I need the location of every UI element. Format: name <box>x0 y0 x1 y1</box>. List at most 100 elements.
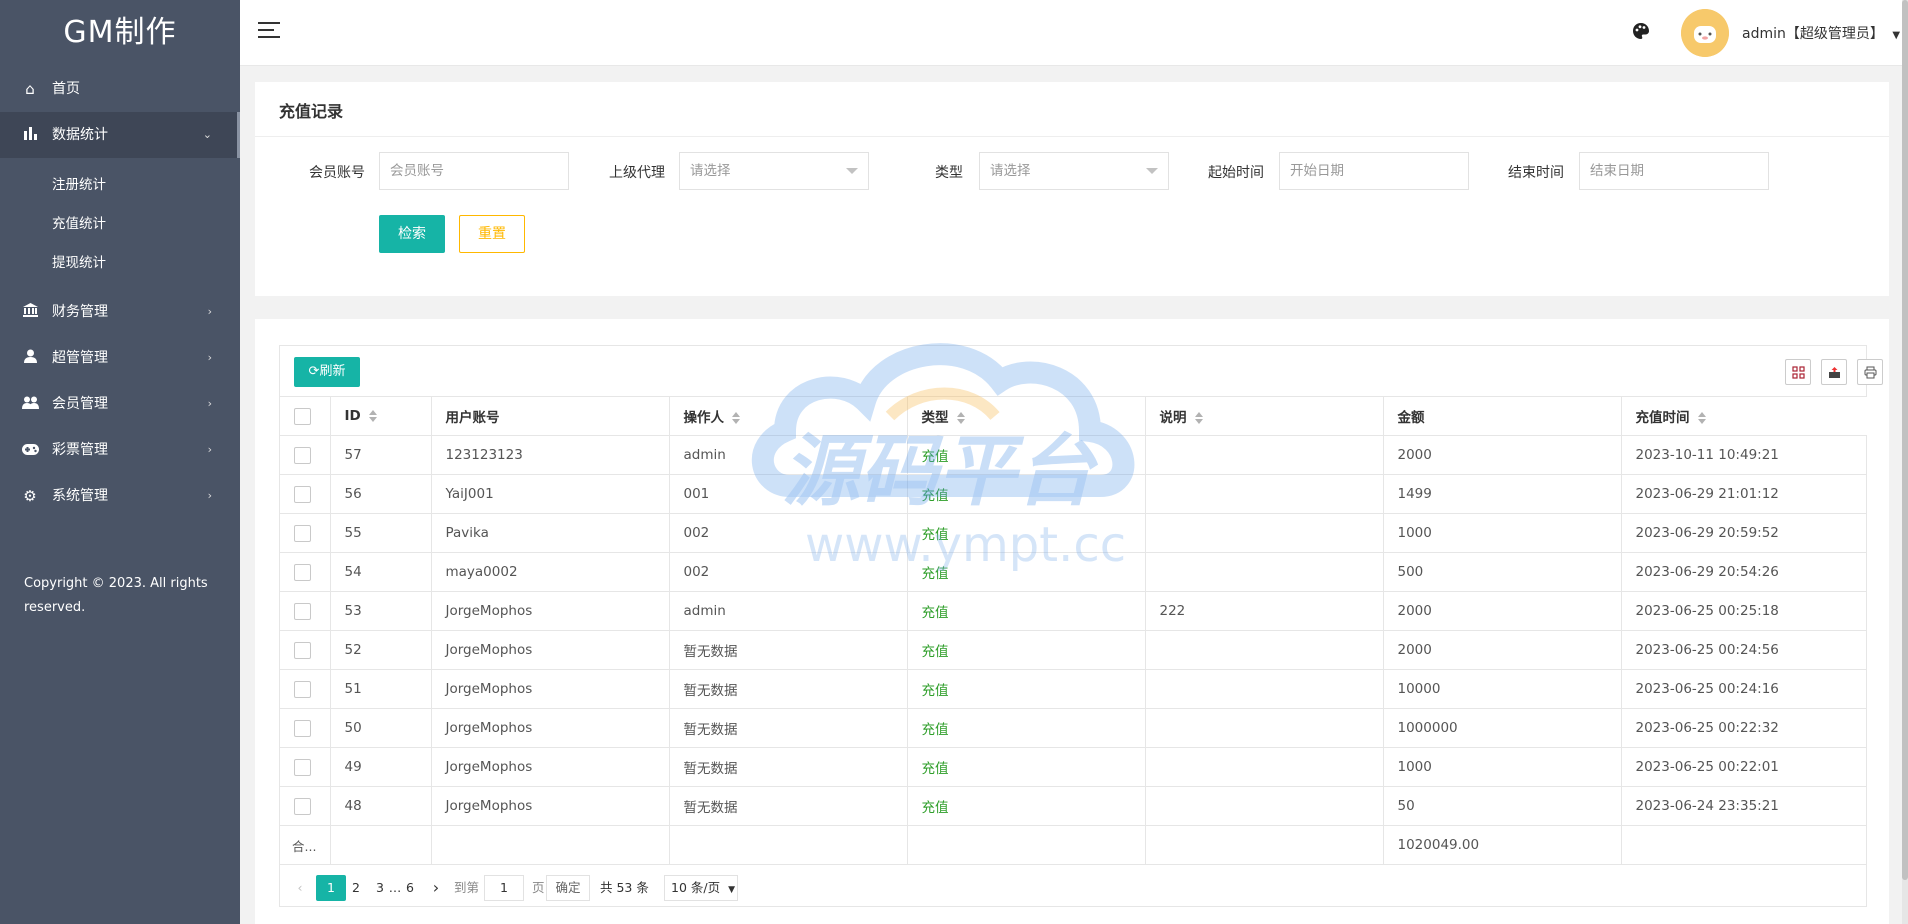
page-size-select[interactable]: 10 条/页 ▼ <box>664 875 738 901</box>
column-header-id[interactable]: ID <box>330 396 432 436</box>
row-checkbox[interactable] <box>294 524 311 542</box>
row-select-cell <box>280 747 331 787</box>
cell-note <box>1145 552 1384 592</box>
table-panel: ⟳刷新 ID 用户账号 操作人 类型 说明 金额 充值时间 57 1231231… <box>255 319 1889 924</box>
cell-operator: 暂无数据 <box>669 747 908 787</box>
cell-amount: 1499 <box>1383 474 1622 514</box>
sidebar-subitem-recharge-stats[interactable]: 充值统计 <box>0 205 240 244</box>
sort-icon[interactable] <box>956 412 965 424</box>
row-checkbox[interactable] <box>294 563 311 581</box>
sidebar-subitem-withdraw-stats[interactable]: 提现统计 <box>0 244 240 283</box>
cell-time: 2023-06-29 20:54:26 <box>1621 552 1867 592</box>
row-checkbox[interactable] <box>294 641 311 659</box>
page-ellipsis: … <box>388 880 402 895</box>
table-total-row: 合... 1020049.00 <box>280 825 1867 865</box>
member-account-input[interactable]: 会员账号 <box>379 152 569 190</box>
total-empty-cell <box>1145 825 1384 865</box>
sidebar-item-statistics[interactable]: 数据统计 ⌄ <box>0 112 240 158</box>
sidebar-item-finance[interactable]: 财务管理 › <box>0 289 240 335</box>
copyright-text: Copyright © 2023. All rights reserved. <box>24 576 208 615</box>
menu-icon[interactable] <box>258 22 280 42</box>
refresh-label: 刷新 <box>319 364 346 379</box>
sort-icon[interactable] <box>368 410 377 422</box>
table-row[interactable]: 50 JorgeMophos 暂无数据 充值 1000000 2023-06-25 00:… <box>280 708 1867 748</box>
sidebar-item-lottery[interactable]: 彩票管理 › <box>0 427 240 473</box>
chevron-right-icon: › <box>207 305 212 318</box>
table-row[interactable]: 53 JorgeMophos admin 充值 222 2000 2023-06-25 00… <box>280 591 1867 631</box>
table-row[interactable]: 56 YaiJ001 001 充值 1499 2023-06-29 21:01:12 <box>280 474 1867 514</box>
cell-account: Pavika <box>431 513 670 553</box>
sidebar-subitem-register-stats[interactable]: 注册统计 <box>0 166 240 205</box>
cell-id: 53 <box>330 591 432 631</box>
sort-icon[interactable] <box>732 412 740 424</box>
row-checkbox[interactable] <box>294 446 311 464</box>
cell-amount: 2000 <box>1383 435 1622 475</box>
print-icon[interactable] <box>1857 359 1883 385</box>
pagination: ‹ 1 2 3 … 6 › 到第 1 页 确定 共 53 条 10 条/页 ▼ <box>280 864 1866 908</box>
select-all-checkbox[interactable] <box>294 407 311 425</box>
start-date-label: 起始时间 <box>1208 165 1264 181</box>
gamepad-icon <box>20 427 40 473</box>
table-row[interactable]: 48 JorgeMophos 暂无数据 充值 50 2023-06-24 23:35:21 <box>280 786 1867 826</box>
sidebar-item-home[interactable]: ⌂ 首页 <box>0 66 240 112</box>
page-button-2[interactable]: 2 <box>348 875 364 901</box>
search-button[interactable]: 检索 <box>379 215 445 253</box>
table-row[interactable]: 51 JorgeMophos 暂无数据 充值 10000 2023-06-25 00:24… <box>280 669 1867 709</box>
table-row[interactable]: 57 123123123 admin 充值 2000 2023-10-11 10:49:2… <box>280 435 1867 475</box>
reset-button[interactable]: 重置 <box>459 215 525 253</box>
row-checkbox[interactable] <box>294 797 311 815</box>
caret-down-icon: ▼ <box>1892 30 1901 41</box>
row-checkbox[interactable] <box>294 602 311 620</box>
cell-operator: 001 <box>669 474 908 514</box>
cell-amount: 10000 <box>1383 669 1622 709</box>
row-select-cell <box>280 630 331 670</box>
sort-icon[interactable] <box>1194 412 1203 424</box>
table-row[interactable]: 55 Pavika 002 充值 1000 2023-06-29 20:59:52 <box>280 513 1867 553</box>
table-row[interactable]: 52 JorgeMophos 暂无数据 充值 2000 2023-06-25 00:24:… <box>280 630 1867 670</box>
table-row[interactable]: 54 maya0002 002 充值 500 2023-06-29 20:54:26 <box>280 552 1867 592</box>
refresh-button[interactable]: ⟳刷新 <box>294 357 360 387</box>
page-button-1[interactable]: 1 <box>316 875 346 901</box>
sort-icon[interactable] <box>1697 412 1706 424</box>
user-menu[interactable]: admin【超级管理员】 ▼ <box>1742 23 1900 43</box>
agent-select[interactable]: 请选择 <box>679 152 869 190</box>
recharge-table: ID 用户账号 操作人 类型 说明 金额 充值时间 57 123123123 adm… <box>280 396 1867 865</box>
next-page-icon[interactable]: › <box>428 875 444 901</box>
table-row[interactable]: 49 JorgeMophos 暂无数据 充值 1000 2023-06-25 00:22:… <box>280 747 1867 787</box>
page-button-6[interactable]: 6 <box>402 875 418 901</box>
page-button-3[interactable]: 3 <box>372 875 388 901</box>
sidebar-item-members[interactable]: 会员管理 › <box>0 381 240 427</box>
goto-page-input[interactable]: 1 <box>484 875 524 901</box>
avatar[interactable] <box>1681 9 1729 57</box>
sidebar-item-admins[interactable]: 超管管理 › <box>0 335 240 381</box>
chevron-right-icon: › <box>207 489 212 502</box>
sidebar-item-label: 财务管理 <box>52 304 108 320</box>
export-icon[interactable] <box>1821 359 1847 385</box>
column-header-operator[interactable]: 操作人 <box>669 396 908 436</box>
end-date-label: 结束时间 <box>1508 165 1564 181</box>
chevron-down-icon: ▼ <box>728 885 735 895</box>
column-header-time[interactable]: 充值时间 <box>1621 396 1867 436</box>
start-date-input[interactable]: 开始日期 <box>1279 152 1469 190</box>
cell-time: 2023-06-25 00:25:18 <box>1621 591 1867 631</box>
total-empty-cell <box>669 825 908 865</box>
goto-confirm-button[interactable]: 确定 <box>546 875 590 901</box>
app-logo[interactable]: GM制作 <box>0 0 240 66</box>
prev-page-icon[interactable]: ‹ <box>292 875 308 901</box>
palette-icon[interactable] <box>1632 22 1650 45</box>
row-checkbox[interactable] <box>294 719 311 737</box>
column-header-note[interactable]: 说明 <box>1145 396 1384 436</box>
sidebar-item-system[interactable]: ⚙ 系统管理 › <box>0 473 240 519</box>
type-select[interactable]: 请选择 <box>979 152 1169 190</box>
cell-amount: 2000 <box>1383 630 1622 670</box>
top-header: admin【超级管理员】 ▼ <box>240 0 1908 66</box>
row-checkbox[interactable] <box>294 485 311 503</box>
row-checkbox[interactable] <box>294 680 311 698</box>
page-scrollbar[interactable] <box>1902 0 1908 924</box>
column-header-type[interactable]: 类型 <box>907 396 1146 436</box>
column-label: 金额 <box>1397 410 1425 426</box>
columns-icon[interactable] <box>1785 359 1811 385</box>
row-select-cell <box>280 474 331 514</box>
end-date-input[interactable]: 结束日期 <box>1579 152 1769 190</box>
row-checkbox[interactable] <box>294 758 311 776</box>
